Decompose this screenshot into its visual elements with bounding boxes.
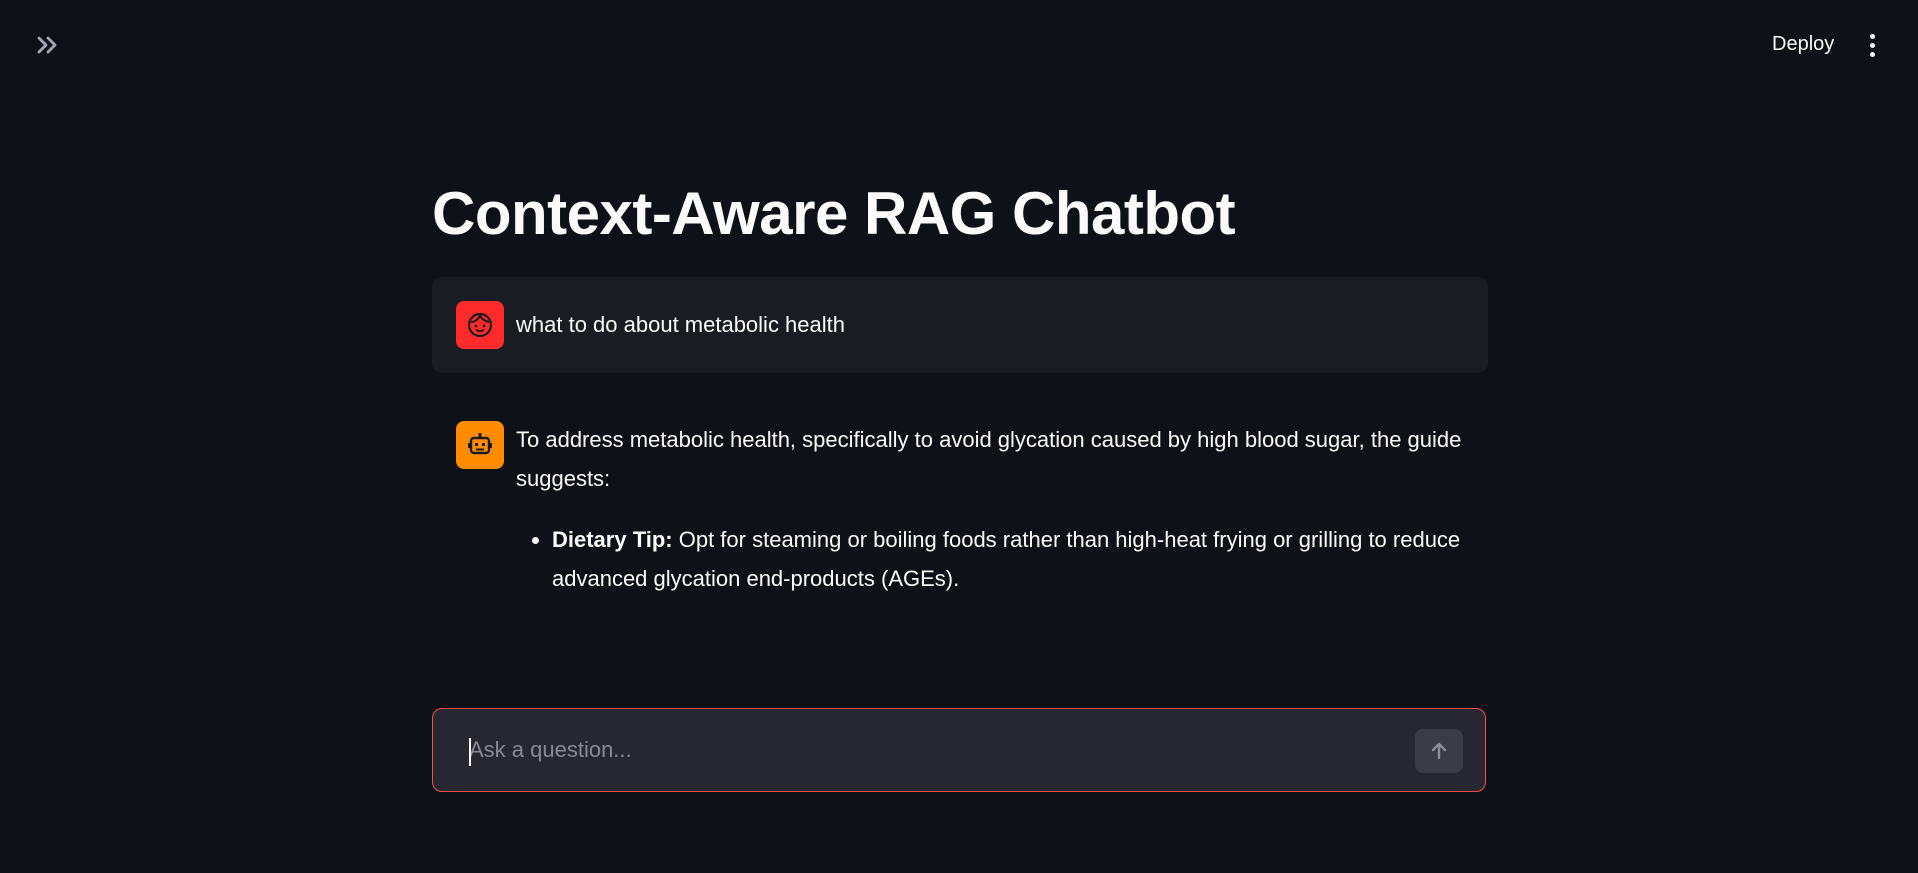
user-message: what to do about metabolic health xyxy=(432,277,1488,373)
user-avatar xyxy=(456,301,504,349)
list-item: Dietary Tip: Opt for steaming or boiling… xyxy=(552,520,1488,598)
vertical-ellipsis-icon xyxy=(1869,33,1875,57)
list-item-text: Opt for steaming or boiling foods rather… xyxy=(552,527,1461,591)
double-chevron-right-icon xyxy=(37,36,57,54)
deploy-button[interactable]: Deploy xyxy=(1762,28,1844,60)
page-title: Context-Aware RAG Chatbot xyxy=(432,180,1236,247)
sidebar-toggle-button[interactable] xyxy=(30,30,66,60)
text-caret xyxy=(469,738,471,766)
main-menu-button[interactable] xyxy=(1858,28,1886,62)
send-button[interactable] xyxy=(1415,729,1463,773)
arrow-up-icon xyxy=(1431,742,1447,760)
user-face-icon xyxy=(467,312,493,338)
list-item-label: Dietary Tip: xyxy=(552,527,673,552)
assistant-message: To address metabolic health, specificall… xyxy=(516,420,1488,598)
assistant-message-list: Dietary Tip: Opt for steaming or boiling… xyxy=(516,520,1488,598)
robot-icon xyxy=(468,433,492,455)
app-root: Deploy Context-Aware RAG Chatbot what to… xyxy=(0,0,1918,873)
user-message-text: what to do about metabolic health xyxy=(516,312,846,337)
chat-input-field[interactable] xyxy=(469,729,1399,771)
assistant-avatar xyxy=(456,421,504,469)
assistant-message-intro: To address metabolic health, specificall… xyxy=(516,427,1462,491)
chat-input-container xyxy=(432,708,1486,792)
